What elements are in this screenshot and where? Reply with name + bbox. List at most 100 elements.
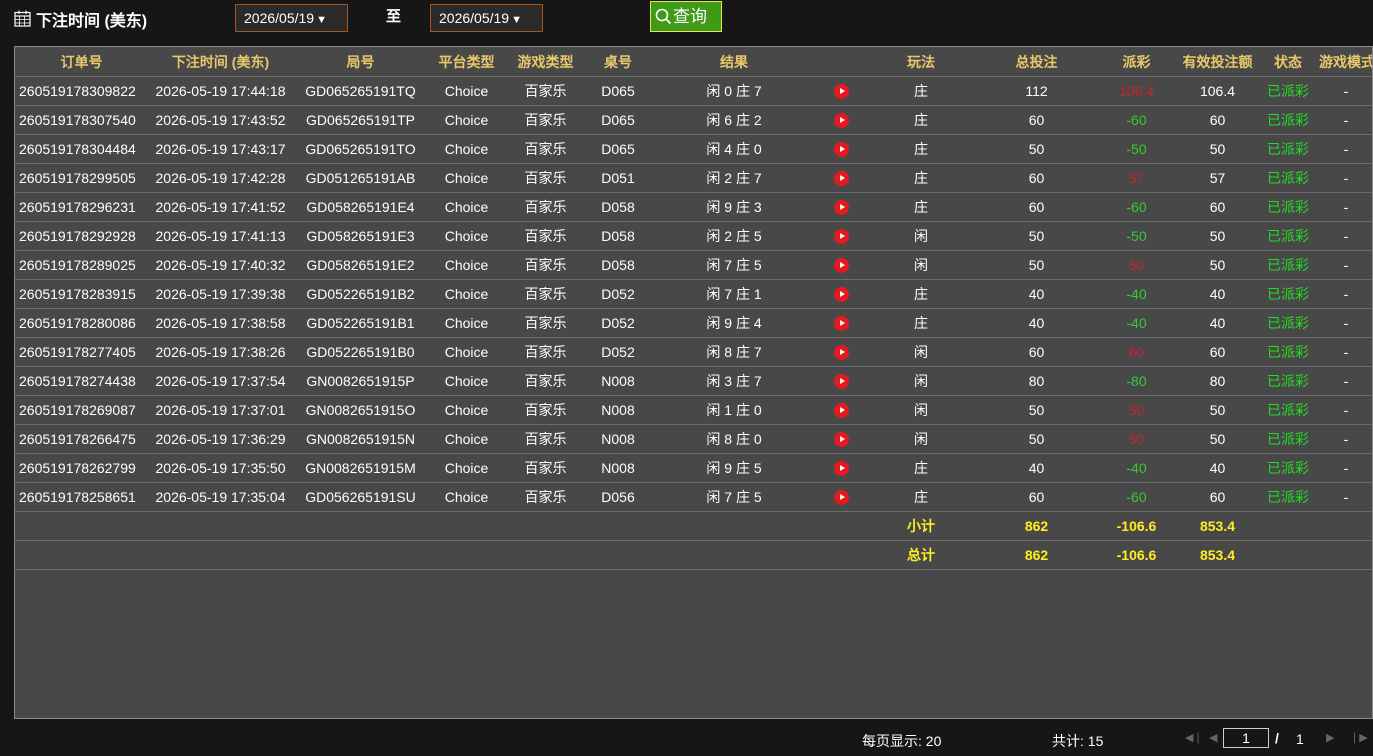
game-mode: - — [1319, 105, 1372, 135]
last-page-icon[interactable]: ❘▶ — [1350, 731, 1368, 744]
replay-cell — [818, 250, 864, 280]
round-id: GD065265191TQ — [293, 76, 428, 106]
end-date-select[interactable]: 2026/05/19 ▼ — [430, 4, 543, 32]
bet-type: 闲 — [864, 337, 978, 367]
play-video-icon[interactable] — [833, 432, 849, 447]
game-type: 百家乐 — [505, 192, 586, 222]
grand-total-valid-bet: 853.4 — [1178, 540, 1257, 570]
col-header-order[interactable]: 订单号 — [15, 47, 148, 77]
platform-type: Choice — [428, 221, 505, 251]
play-video-icon[interactable] — [833, 403, 849, 418]
payout: 50 — [1095, 424, 1178, 454]
bet-time: 2026-05-19 17:41:13 — [148, 221, 293, 251]
total-bet: 50 — [978, 221, 1095, 251]
bet-records-table: 订单号 下注时间 (美东) 局号 平台类型 游戏类型 桌号 结果 玩法 总投注 … — [15, 47, 1372, 570]
order-id: 260519178266475 — [15, 424, 148, 454]
game-result: 闲 9 庄 3 — [650, 192, 818, 222]
col-header-game-mode[interactable]: 游戏模式 — [1319, 47, 1372, 77]
col-header-table[interactable]: 桌号 — [586, 47, 650, 77]
game-mode: - — [1319, 337, 1372, 367]
subtotal-spacer — [15, 511, 864, 541]
first-page-icon[interactable]: ◀❘ — [1185, 731, 1203, 744]
col-header-total-bet[interactable]: 总投注 — [978, 47, 1095, 77]
bet-time: 2026-05-19 17:35:04 — [148, 482, 293, 512]
round-id: GN0082651915M — [293, 453, 428, 483]
total-bet: 50 — [978, 250, 1095, 280]
total-bet: 80 — [978, 366, 1095, 396]
bet-type: 庄 — [864, 482, 978, 512]
valid-bet: 50 — [1178, 221, 1257, 251]
round-id: GD065265191TP — [293, 105, 428, 135]
play-video-icon[interactable] — [833, 258, 849, 273]
table-row: 260519178296231 2026-05-19 17:41:52 GD0582… — [15, 192, 1372, 222]
bet-records-panel: 订单号 下注时间 (美东) 局号 平台类型 游戏类型 桌号 结果 玩法 总投注 … — [14, 46, 1373, 719]
replay-cell — [818, 308, 864, 338]
platform-type: Choice — [428, 453, 505, 483]
col-header-payout[interactable]: 派彩 — [1095, 47, 1178, 77]
play-video-icon[interactable] — [833, 490, 849, 505]
play-video-icon[interactable] — [833, 113, 849, 128]
order-id: 260519178258651 — [15, 482, 148, 512]
col-header-result[interactable]: 结果 — [650, 47, 818, 77]
game-result: 闲 9 庄 5 — [650, 453, 818, 483]
query-button[interactable]: 查询 — [650, 1, 722, 32]
table-row: 260519178304484 2026-05-19 17:43:17 GD0652… — [15, 134, 1372, 164]
col-header-game[interactable]: 游戏类型 — [505, 47, 586, 77]
play-video-icon[interactable] — [833, 461, 849, 476]
start-date-select[interactable]: 2026/05/19 ▼ — [235, 4, 348, 32]
play-video-icon[interactable] — [833, 374, 849, 389]
table-number: D052 — [586, 308, 650, 338]
to-label: 至 — [386, 8, 402, 25]
platform-type: Choice — [428, 279, 505, 309]
play-video-icon[interactable] — [833, 345, 849, 360]
page-separator: / — [1275, 730, 1279, 746]
col-header-platform[interactable]: 平台类型 — [428, 47, 505, 77]
game-mode: - — [1319, 76, 1372, 106]
game-result: 闲 2 庄 5 — [650, 221, 818, 251]
play-video-icon[interactable] — [833, 287, 849, 302]
col-header-valid-bet[interactable]: 有效投注额 — [1178, 47, 1257, 77]
game-mode: - — [1319, 279, 1372, 309]
order-id: 260519178262799 — [15, 453, 148, 483]
replay-cell — [818, 76, 864, 106]
game-type: 百家乐 — [505, 395, 586, 425]
game-mode: - — [1319, 192, 1372, 222]
platform-type: Choice — [428, 308, 505, 338]
game-type: 百家乐 — [505, 134, 586, 164]
game-mode: - — [1319, 250, 1372, 280]
play-video-icon[interactable] — [833, 142, 849, 157]
table-row: 260519178274438 2026-05-19 17:37:54 GN0082… — [15, 366, 1372, 396]
col-header-time[interactable]: 下注时间 (美东) — [148, 47, 293, 77]
play-video-icon[interactable] — [833, 84, 849, 99]
status: 已派彩 — [1257, 366, 1319, 396]
play-video-icon[interactable] — [833, 316, 849, 331]
table-row: 260519178283915 2026-05-19 17:39:38 GD0522… — [15, 279, 1372, 309]
page-number-input[interactable] — [1223, 728, 1269, 748]
table-number: D052 — [586, 337, 650, 367]
total-bet: 50 — [978, 134, 1095, 164]
col-header-status[interactable]: 状态 — [1257, 47, 1319, 77]
table-number: N008 — [586, 395, 650, 425]
valid-bet: 50 — [1178, 250, 1257, 280]
replay-cell — [818, 221, 864, 251]
table-row: 260519178292928 2026-05-19 17:41:13 GD0582… — [15, 221, 1372, 251]
round-id: GN0082651915P — [293, 366, 428, 396]
play-video-icon[interactable] — [833, 171, 849, 186]
total-bet: 40 — [978, 279, 1095, 309]
payout: 57 — [1095, 163, 1178, 193]
round-id: GD065265191TO — [293, 134, 428, 164]
table-row: 260519178262799 2026-05-19 17:35:50 GN0082… — [15, 453, 1372, 483]
bet-time: 2026-05-19 17:37:54 — [148, 366, 293, 396]
dropdown-arrow-icon: ▼ — [511, 14, 522, 26]
col-header-bet-type[interactable]: 玩法 — [864, 47, 978, 77]
col-header-round[interactable]: 局号 — [293, 47, 428, 77]
prev-page-icon[interactable]: ◀ — [1209, 731, 1217, 744]
next-page-icon[interactable]: ▶ — [1326, 731, 1334, 744]
play-video-icon[interactable] — [833, 229, 849, 244]
payout: -50 — [1095, 221, 1178, 251]
play-video-icon[interactable] — [833, 200, 849, 215]
round-id: GD056265191SU — [293, 482, 428, 512]
total-bet: 60 — [978, 192, 1095, 222]
table-number: D065 — [586, 105, 650, 135]
bet-type: 庄 — [864, 308, 978, 338]
